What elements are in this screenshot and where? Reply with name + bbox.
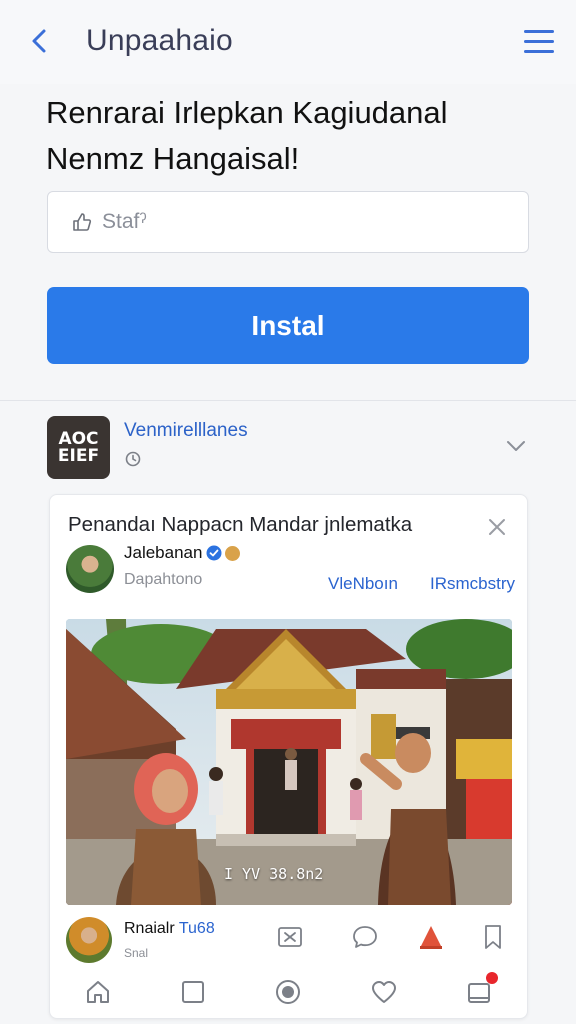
post-card: Penandaı Nappacn Mandar jnlematka Jaleba… [49,494,528,1019]
alert-cone-icon[interactable] [416,922,446,952]
emoji-icon [225,545,241,561]
channel-logo: AO⁠C EIEF [47,416,110,479]
notification-badge [486,972,499,984]
registry-link[interactable]: IRsmcbstry [430,574,515,594]
card-title: Penandaı Nappacn Mandar jnlematka [68,513,413,536]
photo-caption: I YV 38.8n2 [224,865,324,883]
post-photo[interactable]: I YV 38.8n2 [66,619,512,905]
channel-name[interactable]: Venmirelllanes [124,420,248,442]
search-field[interactable] [47,191,529,253]
headline-line-1: Renrarai Irlepkan Kagiudanal [46,95,448,130]
headline: Renrarai Irlepkan Kagiudanal Nenmz Hanga… [46,90,546,182]
headline-line-2: Nenmz Hangaisal! [46,141,300,176]
back-button[interactable] [24,26,54,56]
author-name[interactable]: Jalebanan [124,543,241,563]
bottom-nav [50,965,527,1019]
search-input[interactable] [102,210,502,234]
bookmark-icon[interactable] [478,922,508,952]
commenter-avatar[interactable] [66,917,112,963]
chevron-left-icon [32,29,46,53]
image-x-icon[interactable] [275,922,305,952]
temple-scene-image [66,619,512,905]
hamburger-menu-icon [524,30,554,33]
heart-icon[interactable] [369,977,399,1007]
divider [0,400,576,401]
square-icon[interactable] [178,977,208,1007]
top-bar: Unpaahaio [0,0,576,84]
install-button[interactable]: Instal [47,287,529,364]
clock-icon [125,451,141,467]
close-icon[interactable] [485,515,509,539]
chevron-down-icon[interactable] [505,438,527,454]
app-title: Unpaahaio [86,24,233,57]
commenter-name[interactable]: Rnaialr Tu68 [124,920,215,938]
channel-row[interactable]: AO⁠C EIEF Venmirelllanes [47,414,537,484]
menu-button[interactable] [524,30,554,56]
avatar[interactable] [66,545,114,593]
record-icon[interactable] [273,977,303,1007]
view-link[interactable]: VleNboın [328,574,398,594]
comment-icon[interactable] [350,922,380,952]
thumbs-up-icon [73,213,92,231]
commenter-subtext: Snal [124,946,149,960]
notification-button[interactable] [464,972,499,1007]
home-icon[interactable] [83,977,113,1007]
author-handle: Dapahtono [124,571,203,588]
verified-badge-icon [206,545,222,561]
